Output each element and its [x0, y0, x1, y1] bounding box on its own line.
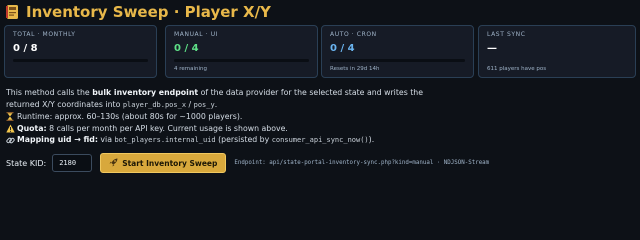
- intro-text-2: of the data provider for the selected st…: [198, 88, 424, 97]
- card-label: AUTO · CRON: [330, 31, 377, 38]
- start-inventory-sweep-button[interactable]: Start Inventory Sweep: [100, 153, 227, 173]
- start-button-label: Start Inventory Sweep: [122, 158, 218, 168]
- mapping-text-1: via: [97, 135, 115, 144]
- intro-text: This method calls the: [6, 88, 93, 97]
- card-last-sync: LAST SYNC — 611 players have pos: [478, 25, 636, 78]
- card-label: MANUAL · UI: [174, 31, 219, 38]
- card-value: 0 / 4: [174, 43, 199, 54]
- sweep-notebook-icon: [6, 4, 20, 20]
- card-subtext: 4 remaining: [174, 66, 208, 72]
- stats-cards: TOTAL · MONTHLY 0 / 8 MANUAL · UI 0 / 4 …: [4, 25, 636, 78]
- method-description: This method calls the bulk inventory end…: [6, 87, 426, 147]
- card-auto-cron: AUTO · CRON 0 / 4 Resets in 29d 14h: [321, 25, 474, 78]
- page-title-text: Inventory Sweep · Player X/Y: [26, 3, 271, 21]
- mapping-bold: Mapping uid → fid:: [17, 135, 98, 144]
- intro-line-2: returned X/Y coordinates into player_db.…: [6, 99, 426, 112]
- card-subtext: Resets in 29d 14h: [330, 66, 380, 72]
- mapping-text-3: ).: [368, 135, 375, 144]
- quota-text: 8 calls per month per API key. Current u…: [46, 123, 288, 133]
- mapping-text-2: (persisted by: [215, 135, 272, 144]
- rocket-icon: [109, 158, 118, 169]
- state-kid-input[interactable]: [52, 154, 93, 172]
- intro-bold: bulk inventory endpoint: [92, 88, 199, 97]
- intro-line-1: This method calls the bulk inventory end…: [6, 87, 426, 99]
- card-manual-ui: MANUAL · UI 0 / 4 4 remaining: [165, 25, 318, 78]
- code-internal-uid: bot_players.internal_uid: [114, 136, 216, 144]
- card-label: TOTAL · MONTHLY: [13, 31, 76, 38]
- card-label: LAST SYNC: [487, 31, 526, 38]
- quota-bold: Quota:: [17, 123, 47, 133]
- runtime-text: Runtime: approx. 60–130s (about 80s for …: [17, 112, 243, 121]
- runtime-line: Runtime: approx. 60–130s (about 80s for …: [6, 111, 426, 123]
- code-sync-fn: consumer_api_sync_now(): [271, 136, 369, 144]
- quota-line: Quota: 8 calls per month per API key. Cu…: [6, 123, 426, 135]
- card-subtext: 611 players have pos: [487, 66, 547, 72]
- code-pos-x: player_db.pos_x: [122, 100, 187, 109]
- sweep-controls: State KID: Start Inventory Sweep Endpoin…: [6, 153, 489, 173]
- intro-text-4: /: [186, 99, 194, 109]
- card-value: 0 / 4: [330, 43, 355, 54]
- card-progress-bar: [174, 59, 309, 62]
- card-progress-bar: [330, 59, 465, 62]
- code-pos-y: pos_y: [193, 100, 215, 109]
- endpoint-text: Endpoint: api/state-portal-inventory-syn…: [234, 160, 490, 166]
- link-icon: [6, 136, 15, 145]
- state-kid-label: State KID:: [6, 158, 47, 168]
- intro-text-5: .: [214, 99, 218, 109]
- card-total-monthly: TOTAL · MONTHLY 0 / 8: [4, 25, 157, 78]
- card-value: —: [487, 43, 497, 54]
- page-title: Inventory Sweep · Player X/Y: [6, 3, 271, 21]
- card-progress-bar: [13, 59, 148, 62]
- mapping-line: Mapping uid → fid: via bot_players.inter…: [6, 134, 426, 147]
- card-value: 0 / 8: [13, 43, 38, 54]
- warning-icon: [6, 124, 15, 133]
- hourglass-icon: [6, 112, 14, 122]
- intro-text-3: returned X/Y coordinates into: [6, 99, 123, 109]
